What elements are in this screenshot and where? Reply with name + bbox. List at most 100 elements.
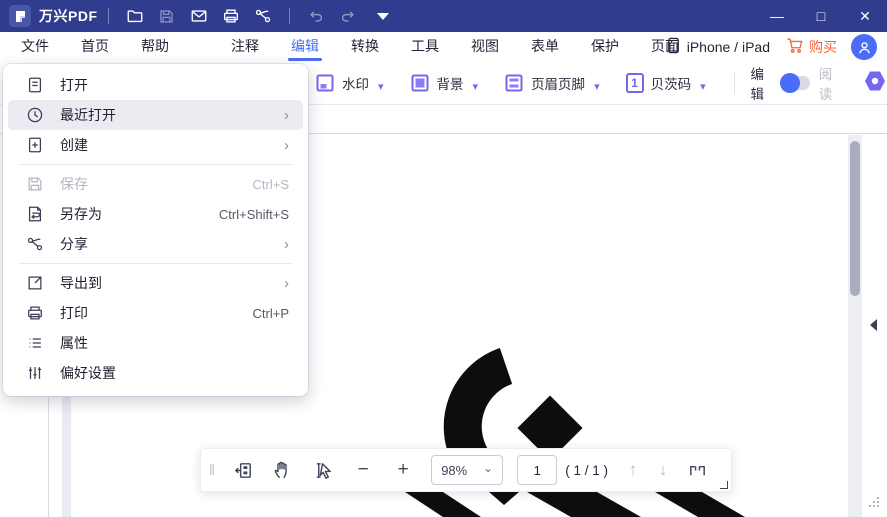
share-icon[interactable] bbox=[247, 0, 279, 32]
tab-protect[interactable]: 保护 bbox=[588, 32, 622, 62]
right-panel-strip bbox=[862, 134, 887, 517]
header-footer-label: 页眉页脚 bbox=[531, 73, 585, 93]
preferences-icon bbox=[26, 364, 44, 382]
edit-mode-label: 编辑 bbox=[750, 63, 772, 103]
edit-read-toggle[interactable] bbox=[782, 76, 810, 90]
background-button[interactable]: 背景 ▾ bbox=[410, 73, 479, 93]
app-logo-icon bbox=[9, 5, 31, 27]
tab-form[interactable]: 表单 bbox=[528, 32, 562, 62]
document-icon bbox=[26, 76, 44, 94]
menu-item-save-as[interactable]: 另存为 Ctrl+Shift+S bbox=[8, 199, 303, 229]
properties-icon bbox=[26, 334, 44, 352]
zoom-in-button[interactable]: + bbox=[386, 453, 420, 487]
hand-tool-icon[interactable] bbox=[266, 453, 300, 487]
app-window: 万兴PDF bbox=[0, 0, 887, 517]
minimize-button[interactable]: — bbox=[755, 0, 799, 32]
resize-grip[interactable] bbox=[869, 497, 879, 507]
menu-item-preferences[interactable]: 偏好设置 bbox=[8, 358, 303, 388]
tab-comment[interactable]: 注释 bbox=[228, 32, 262, 62]
menu-item-print[interactable]: 打印 Ctrl+P bbox=[8, 298, 303, 328]
print-icon[interactable] bbox=[215, 0, 247, 32]
buy-button[interactable]: 购买 bbox=[786, 37, 837, 57]
submenu-arrow-icon: › bbox=[284, 236, 289, 253]
account-avatar[interactable] bbox=[851, 34, 877, 60]
shortcut-label: Ctrl+P bbox=[253, 306, 289, 321]
header-footer-icon bbox=[504, 73, 524, 93]
menu-item-export[interactable]: 导出到 › bbox=[8, 268, 303, 298]
fit-width-icon[interactable] bbox=[681, 453, 715, 487]
page-navigation-toolbar: ‖ − + 98% ⌄ ( 1 / 1 ) ↑ ↓ bbox=[200, 448, 732, 492]
shortcut-label: Ctrl+Shift+S bbox=[219, 207, 289, 222]
watermark-button[interactable]: 水印 ▾ bbox=[315, 73, 384, 93]
thumbnail-panel-icon[interactable] bbox=[226, 453, 260, 487]
tab-tools[interactable]: 工具 bbox=[408, 32, 442, 62]
watermark-icon bbox=[315, 73, 335, 93]
zoom-out-button[interactable]: − bbox=[346, 453, 380, 487]
chevron-down-icon: ⌄ bbox=[483, 461, 493, 475]
email-icon[interactable] bbox=[183, 0, 215, 32]
scrollbar-thumb[interactable] bbox=[850, 141, 860, 296]
redo-icon[interactable] bbox=[332, 0, 364, 32]
submenu-arrow-icon: › bbox=[284, 107, 289, 124]
page-number-input[interactable] bbox=[517, 455, 557, 485]
bates-number-icon: 1 bbox=[626, 73, 644, 93]
watermark-label: 水印 bbox=[342, 73, 369, 93]
maximize-button[interactable]: □ bbox=[799, 0, 843, 32]
chevron-down-icon[interactable]: ▾ bbox=[700, 80, 706, 93]
bates-number-label: 贝茨码 bbox=[651, 73, 692, 93]
toolbar-resize-corner[interactable] bbox=[720, 481, 728, 489]
chevron-down-icon[interactable]: ▾ bbox=[594, 80, 600, 93]
device-label: iPhone / iPad bbox=[687, 39, 770, 55]
save-as-icon bbox=[26, 205, 44, 223]
zoom-level-select[interactable]: 98% ⌄ bbox=[431, 455, 503, 485]
read-mode-label: 阅读 bbox=[819, 63, 841, 103]
save-icon[interactable] bbox=[151, 0, 183, 32]
chevron-down-icon[interactable]: ▾ bbox=[473, 80, 479, 93]
menu-item-create[interactable]: 创建 › bbox=[8, 130, 303, 160]
titlebar-divider bbox=[108, 8, 109, 24]
close-button[interactable]: ✕ bbox=[843, 0, 887, 32]
menu-separator bbox=[19, 263, 292, 264]
hexagon-badge-icon[interactable] bbox=[863, 70, 887, 97]
device-link[interactable]: iPhone / iPad bbox=[666, 37, 770, 57]
open-file-icon[interactable] bbox=[119, 0, 151, 32]
tab-help[interactable]: 帮助 bbox=[138, 32, 172, 62]
zoom-level-value: 98% bbox=[441, 463, 467, 478]
previous-page-button[interactable]: ↑ bbox=[618, 460, 648, 480]
header-footer-button[interactable]: 页眉页脚 ▾ bbox=[504, 73, 600, 93]
menu-item-share[interactable]: 分享 › bbox=[8, 229, 303, 259]
toggle-knob bbox=[780, 73, 800, 93]
tab-home[interactable]: 首页 bbox=[78, 32, 112, 62]
file-menu-dropdown: 打开 最近打开 › 创建 › 保存 Ctrl+S 另存为 Ctrl+Shift+… bbox=[3, 64, 308, 396]
new-document-icon bbox=[26, 136, 44, 154]
tab-convert[interactable]: 转换 bbox=[348, 32, 382, 62]
page-count-label: ( 1 / 1 ) bbox=[565, 463, 608, 478]
cart-icon bbox=[786, 37, 804, 57]
share-icon bbox=[26, 235, 44, 253]
menu-item-save[interactable]: 保存 Ctrl+S bbox=[8, 169, 303, 199]
menu-bar: 文件 首页 帮助 注释 编辑 转换 工具 视图 表单 保护 页面 iPhone … bbox=[0, 32, 887, 62]
drag-handle[interactable]: ‖ bbox=[209, 462, 213, 479]
print-icon bbox=[26, 304, 44, 322]
menu-item-properties[interactable]: 属性 bbox=[8, 328, 303, 358]
shortcut-label: Ctrl+S bbox=[253, 177, 289, 192]
menu-item-recent[interactable]: 最近打开 › bbox=[8, 100, 303, 130]
next-page-button[interactable]: ↓ bbox=[648, 460, 678, 480]
background-icon bbox=[410, 73, 430, 93]
undo-icon[interactable] bbox=[300, 0, 332, 32]
vertical-scrollbar[interactable] bbox=[848, 135, 862, 517]
quick-access-dropdown-icon[interactable] bbox=[364, 0, 396, 32]
chevron-down-icon[interactable]: ▾ bbox=[378, 80, 384, 93]
select-tool-icon[interactable] bbox=[306, 453, 340, 487]
panel-collapse-icon[interactable] bbox=[870, 319, 877, 331]
save-icon bbox=[26, 175, 44, 193]
tab-file[interactable]: 文件 bbox=[18, 32, 52, 62]
submenu-arrow-icon: › bbox=[284, 137, 289, 154]
menu-item-open[interactable]: 打开 bbox=[8, 70, 303, 100]
tab-edit[interactable]: 编辑 bbox=[288, 32, 322, 62]
tab-view[interactable]: 视图 bbox=[468, 32, 502, 62]
bates-number-button[interactable]: 1 贝茨码 ▾ bbox=[626, 73, 706, 93]
title-bar: 万兴PDF bbox=[0, 0, 887, 32]
phone-icon bbox=[666, 37, 681, 57]
app-title: 万兴PDF bbox=[39, 6, 98, 26]
